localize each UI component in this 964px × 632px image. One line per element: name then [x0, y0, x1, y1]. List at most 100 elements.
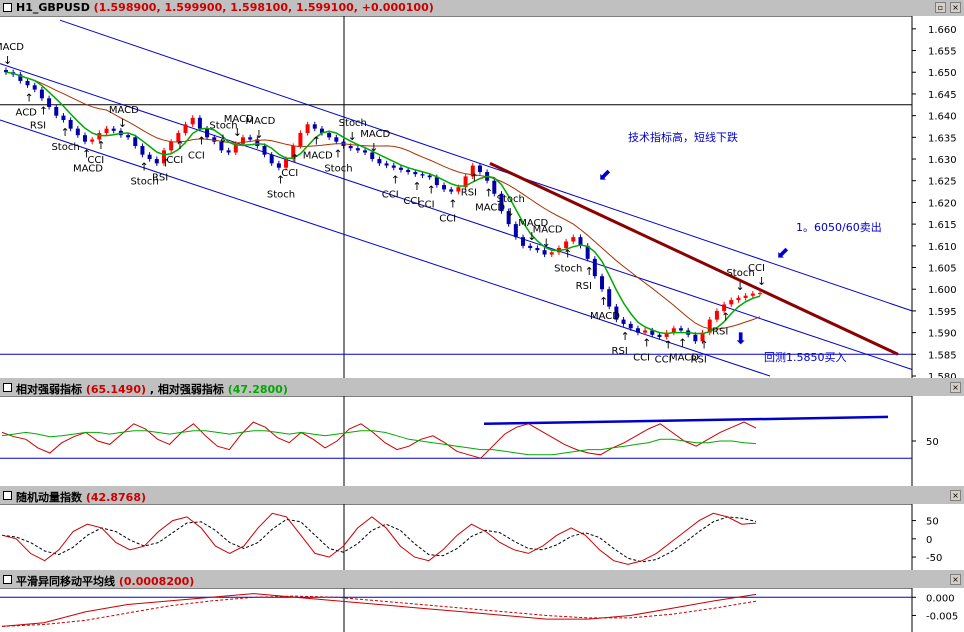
stoch-pane[interactable]: 随机动量指数 (42.8768) × 50 0 -50: [0, 488, 964, 570]
candle-body: [693, 334, 698, 342]
price-pane[interactable]: H1_GBPUSD (1.598900, 1.599900, 1.598100,…: [0, 0, 964, 378]
signal-arrow-icon: ↑: [412, 180, 421, 193]
candle-body: [54, 106, 59, 116]
candle-body: [521, 237, 526, 246]
signal-arrow-icon: ↑: [599, 295, 608, 308]
signal-arrow-icon: ↓: [369, 141, 378, 154]
candle-body: [635, 328, 640, 333]
candle-body: [197, 117, 202, 129]
price-tick-label: 1.610: [928, 242, 957, 253]
signal-arrow-icon: ↑: [39, 104, 48, 117]
stoch-signal-line: [1, 516, 757, 563]
candle-body: [750, 293, 755, 296]
price-tick-label: 1.625: [928, 177, 957, 188]
candle-body: [643, 330, 648, 333]
price-tick-label: 1.635: [928, 133, 957, 144]
signal-label: Stoch: [51, 142, 79, 153]
price-chart-canvas[interactable]: 1.660 1.655 1.650 1.645 1.640 1.635 1.630 1.625…: [0, 0, 964, 378]
candle-body: [305, 124, 310, 133]
signal-label: MACD: [360, 129, 390, 140]
price-tick-label: 1.585: [928, 350, 957, 361]
chart-window: H1_GBPUSD (1.598900, 1.599900, 1.598100,…: [0, 0, 964, 632]
candle-body: [327, 132, 332, 138]
signal-arrow-icon: ↓: [506, 206, 515, 219]
signal-label: CCI: [188, 151, 205, 162]
annotation-sell: 1。6050/60卖出: [796, 221, 882, 234]
channel-upper: [59, 19, 913, 312]
osc-tick-label: 0: [926, 535, 932, 546]
signal-arrow-icon: ↑: [448, 198, 457, 211]
signal-label: CCI: [281, 168, 298, 179]
signal-arrow-icon: ↓: [118, 117, 127, 130]
signal-label: Stoch: [497, 194, 525, 205]
candle-body: [298, 132, 303, 147]
candle-body: [111, 128, 116, 131]
osc-tick-label: 50: [926, 517, 939, 528]
annotation-arrow: ⬇: [734, 329, 747, 348]
osc-tick-label: -0.005: [926, 611, 958, 622]
candle-body: [147, 154, 152, 160]
annotation-buy: 回测1.5850买入: [764, 351, 847, 364]
signal-arrow-icon: ↓: [348, 130, 357, 143]
signal-arrow-icon: ↓: [735, 280, 744, 293]
macd-pane[interactable]: 平滑异同移动平均线 (0.0008200) × 0.000 -0.005: [0, 572, 964, 632]
candle-body: [126, 135, 131, 138]
rsi-chart-canvas[interactable]: 50: [0, 380, 964, 486]
candle-body: [679, 328, 684, 331]
candle-body: [154, 159, 159, 164]
signal-label: CCI: [748, 263, 765, 274]
candle-body: [420, 174, 425, 176]
candle-body: [269, 154, 274, 164]
annotation-arrow: ⬋: [776, 243, 789, 262]
signal-arrow-icon: ↑: [60, 126, 69, 139]
signal-label: RSI: [152, 172, 168, 183]
candle-body: [535, 247, 540, 251]
signal-arrow-icon: ↓: [757, 275, 766, 288]
stoch-chart-canvas[interactable]: 50 0 -50: [0, 488, 964, 570]
candle-body: [140, 146, 145, 155]
candle-body: [226, 150, 231, 153]
signal-arrow-icon: ↓: [3, 54, 12, 67]
candle-body: [190, 117, 195, 125]
signal-arrow-icon: ↓: [233, 126, 242, 139]
signal-arrow-icon: ↑: [391, 174, 400, 187]
candle-body: [61, 115, 66, 120]
osc-series-line: [1, 421, 757, 459]
signal-arrow-icon: ↑: [290, 152, 299, 165]
signal-arrow-icon: ↑: [621, 330, 630, 343]
signal-label: Stoch: [339, 118, 367, 129]
candle-body: [621, 319, 626, 324]
rsi-trendline: [483, 415, 889, 426]
candle-body: [39, 89, 44, 99]
osc-series-line: [1, 512, 757, 565]
candle-body: [32, 85, 37, 90]
signal-label: Stoch: [554, 263, 582, 274]
candle-body: [398, 167, 403, 170]
signal-label: CCI: [418, 199, 435, 210]
signal-arrow-icon: ↑: [427, 183, 436, 196]
signal-label: RSI: [576, 281, 592, 292]
osc-series-line: [1, 430, 757, 456]
signal-arrow-icon: ↑: [96, 139, 105, 152]
candle-body: [355, 148, 360, 151]
candle-body: [133, 137, 138, 147]
price-tick-label: 1.620: [928, 198, 957, 209]
signal-label: RSI: [461, 188, 477, 199]
signal-arrow-icon: ↑: [470, 172, 479, 185]
candle-body: [169, 141, 174, 151]
candle-body: [628, 323, 633, 329]
signal-arrow-icon: ↑: [484, 187, 493, 200]
candle-body: [449, 189, 454, 192]
signal-arrow-icon: ↑: [333, 148, 342, 161]
signal-label: CCI: [633, 352, 650, 363]
macd-chart-canvas[interactable]: 0.000 -0.005: [0, 572, 964, 632]
candle-body: [334, 137, 339, 142]
candle-body: [528, 245, 533, 248]
price-tick-label: 1.655: [928, 47, 957, 58]
signal-arrow-icon: ↑: [312, 135, 321, 148]
rsi-pane[interactable]: 相对强弱指标 (65.1490) , 相对强弱指标 (47.2800) × 50: [0, 380, 964, 486]
signal-arrow-icon: ↑: [700, 339, 709, 352]
signal-label: MACD: [533, 224, 563, 235]
channel-lower: [0, 119, 771, 377]
candle-body: [75, 128, 80, 136]
